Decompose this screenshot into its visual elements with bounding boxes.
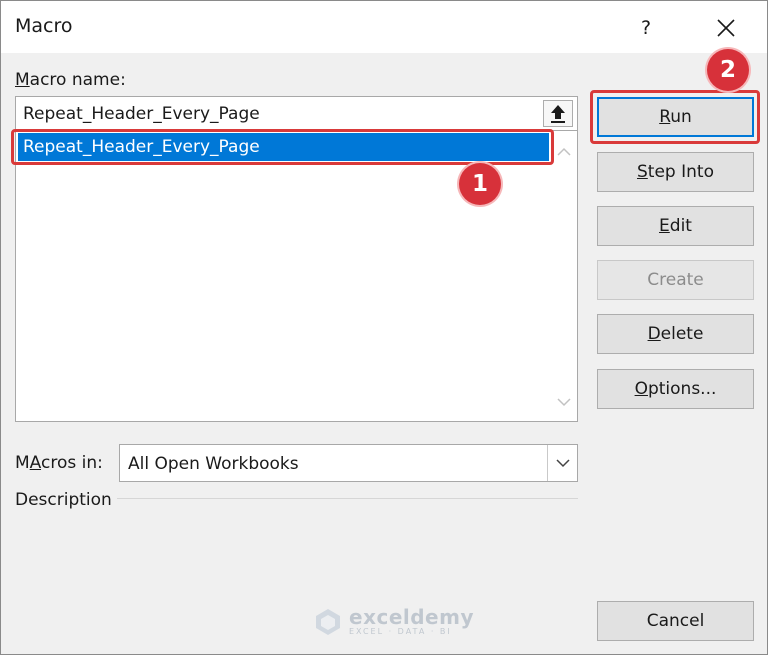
step-into-button[interactable]: Step Into: [597, 152, 754, 192]
macros-in-value: All Open Workbooks: [128, 454, 299, 474]
macros-in-label: MAcros in:: [15, 453, 103, 473]
cancel-button[interactable]: Cancel: [597, 601, 754, 641]
scroll-up-button[interactable]: [555, 143, 573, 161]
close-icon: [717, 19, 735, 37]
watermark-name: exceldemy: [349, 605, 474, 629]
delete-button[interactable]: Delete: [597, 314, 754, 354]
upload-arrow-icon: [551, 105, 565, 123]
macro-name-label: Macro name:: [15, 70, 126, 90]
edit-button[interactable]: Edit: [597, 206, 754, 246]
create-button: Create: [597, 260, 754, 300]
macro-name-input[interactable]: Repeat_Header_Every_Page: [15, 96, 578, 131]
options-button[interactable]: Options...: [597, 369, 754, 409]
description-label: Description: [15, 490, 112, 510]
list-scrollbar[interactable]: [551, 131, 577, 420]
run-button[interactable]: Run: [597, 97, 754, 137]
description-divider: [117, 498, 578, 499]
annotation-badge-2: 2: [707, 49, 749, 91]
dialog-title: Macro: [15, 15, 73, 37]
annotation-badge-1: 1: [459, 163, 501, 205]
macro-name-value: Repeat_Header_Every_Page: [23, 104, 260, 124]
title-bar: Macro ?: [1, 1, 767, 53]
list-item-macro[interactable]: Repeat_Header_Every_Page: [18, 133, 549, 161]
chevron-up-icon: [557, 147, 571, 156]
macros-in-select[interactable]: All Open Workbooks: [119, 444, 578, 482]
watermark-tagline: EXCEL · DATA · BI: [349, 627, 452, 636]
upload-button[interactable]: [543, 100, 573, 127]
macros-in-dropdown-button[interactable]: [547, 445, 577, 481]
scroll-down-button[interactable]: [555, 393, 573, 411]
close-button[interactable]: [707, 9, 745, 47]
help-button[interactable]: ?: [629, 11, 663, 45]
chevron-down-icon: [557, 398, 571, 407]
chevron-down-icon: [556, 459, 570, 468]
macro-dialog: Macro ? Macro name: Repeat_Header_Every_…: [0, 0, 768, 655]
watermark: exceldemy EXCEL · DATA · BI: [313, 607, 474, 637]
exceldemy-logo-icon: [316, 609, 340, 635]
